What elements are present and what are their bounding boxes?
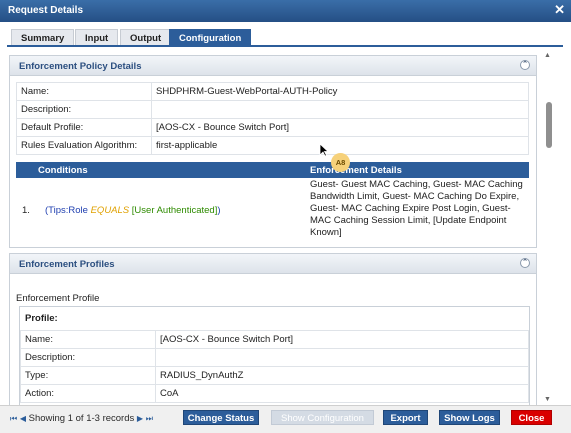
row-label: Rules Evaluation Algorithm: <box>16 136 152 155</box>
row-label: Name: <box>20 330 156 349</box>
panel-header: Enforcement Profiles ⌃ <box>10 254 536 274</box>
enforcement-details-label: Enforcement Details <box>310 165 402 176</box>
first-page-icon[interactable]: ⏮ <box>10 414 17 423</box>
row-label: Default Profile: <box>16 118 152 137</box>
next-page-icon[interactable]: ▶ <box>137 414 143 423</box>
conditions-header: Conditions Enforcement Details <box>16 162 529 178</box>
row-value: CoA <box>155 384 529 403</box>
export-button[interactable]: Export <box>383 410 428 425</box>
rule-operator: EQUALS <box>90 205 130 216</box>
window-title: Request Details <box>8 5 84 16</box>
conditions-label: Conditions <box>38 165 88 176</box>
show-logs-button[interactable]: Show Logs <box>439 410 500 425</box>
collapse-icon[interactable]: ⌃ <box>520 258 530 268</box>
rule-attribute: Tips:Role <box>48 205 88 216</box>
row-label: Type: <box>20 366 156 385</box>
profile-box: Profile: Name: [AOS-CX - Bounce Switch P… <box>19 306 530 405</box>
enforcement-policy-panel: Enforcement Policy Details ⌃ Name: SHDPH… <box>9 55 537 248</box>
table-row: Rules Evaluation Algorithm: first-applic… <box>16 136 529 155</box>
row-label: Description: <box>20 348 156 367</box>
row-label: Name: <box>16 82 152 101</box>
prev-page-icon[interactable]: ◀ <box>20 414 26 423</box>
tab-underline <box>7 45 563 47</box>
rule-value: [User Authenticated] <box>131 205 218 216</box>
paren-close: ) <box>217 205 221 216</box>
mouse-cursor-icon <box>319 143 329 157</box>
row-label: Description: <box>16 100 152 119</box>
footer-bar: ⏮ ◀ Showing 1 of 1-3 records ▶ ⏭ Change … <box>0 405 571 433</box>
last-page-icon[interactable]: ⏭ <box>146 414 153 423</box>
tab-strip: Summary Input Output Configuration <box>0 22 571 50</box>
row-value: first-applicable <box>151 136 529 155</box>
enforcement-details: Guest- Guest MAC Caching, Guest- MAC Cac… <box>310 179 523 238</box>
row-value: [AOS-CX - Bounce Switch Port] <box>151 118 529 137</box>
step-badge: A8 <box>331 153 350 172</box>
table-row: Name: SHDPHRM-Guest-WebPortal-AUTH-Polic… <box>16 82 529 101</box>
profile-header: Profile: <box>25 313 58 324</box>
table-row: Name: [AOS-CX - Bounce Switch Port] <box>20 330 529 349</box>
rule-row: 1. (Tips:Role EQUALS [User Authenticated… <box>16 178 529 244</box>
content-area: Enforcement Policy Details ⌃ Name: SHDPH… <box>0 50 540 405</box>
row-value: SHDPHRM-Guest-WebPortal-AUTH-Policy <box>151 82 529 101</box>
row-value: [AOS-CX - Bounce Switch Port] <box>155 330 529 349</box>
enforcement-profiles-panel: Enforcement Profiles ⌃ Enforcement Profi… <box>9 253 537 405</box>
scroll-thumb[interactable] <box>546 102 552 148</box>
pager: ⏮ ◀ Showing 1 of 1-3 records ▶ ⏭ <box>10 413 153 424</box>
title-bar: Request Details ✕ <box>0 0 571 22</box>
profiles-subtitle: Enforcement Profile <box>16 293 100 304</box>
panel-title: Enforcement Profiles <box>19 259 115 270</box>
table-row: Default Profile: [AOS-CX - Bounce Switch… <box>16 118 529 137</box>
rule-condition: (Tips:Role EQUALS [User Authenticated]) <box>45 205 221 216</box>
table-row: Description: <box>20 348 529 367</box>
row-label: Action: <box>20 384 156 403</box>
close-icon[interactable]: ✕ <box>554 2 565 18</box>
scroll-up-icon[interactable]: ▲ <box>544 52 551 59</box>
table-row: Action: CoA <box>20 384 529 403</box>
policy-table: Name: SHDPHRM-Guest-WebPortal-AUTH-Polic… <box>16 82 529 155</box>
panel-header: Enforcement Policy Details ⌃ <box>10 56 536 76</box>
table-row: Type: RADIUS_DynAuthZ <box>20 366 529 385</box>
panel-title: Enforcement Policy Details <box>19 61 142 72</box>
row-value <box>155 348 529 367</box>
collapse-icon[interactable]: ⌃ <box>520 60 530 70</box>
pager-text: Showing 1 of 1-3 records <box>28 413 135 424</box>
table-row: Description: <box>16 100 529 119</box>
show-configuration-button[interactable]: Show Configuration <box>271 410 374 425</box>
row-value: RADIUS_DynAuthZ <box>155 366 529 385</box>
vertical-scrollbar[interactable]: ▲ ▼ <box>543 50 554 405</box>
profile-table: Name: [AOS-CX - Bounce Switch Port] Desc… <box>20 330 529 403</box>
change-status-button[interactable]: Change Status <box>183 410 259 425</box>
rule-index: 1. <box>22 205 30 216</box>
scroll-down-icon[interactable]: ▼ <box>544 396 551 403</box>
row-value <box>151 100 529 119</box>
close-button[interactable]: Close <box>511 410 552 425</box>
